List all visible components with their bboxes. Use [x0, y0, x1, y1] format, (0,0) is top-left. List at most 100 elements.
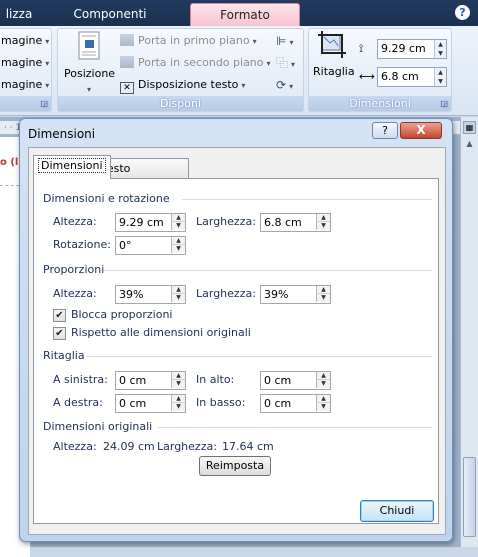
dialog-close-button[interactable]: X — [400, 122, 442, 139]
lock-aspect-checkbox[interactable]: ✔ — [53, 309, 66, 322]
chevron-down-icon: ▾ — [266, 59, 271, 68]
dialog-title: Dimensioni — [28, 127, 96, 141]
section-proportions: Proporzioni — [43, 263, 105, 276]
crop-bottom-input[interactable]: 0 cm ▲ ▼ — [260, 394, 331, 413]
ribbon-item-label: magine — [1, 56, 43, 69]
width-value: 6.8 cm — [264, 216, 302, 229]
tab-visualizza[interactable]: lizza — [0, 3, 38, 26]
ribbon-width-value: 6.8 cm — [381, 70, 419, 83]
section-size-rotation: Dimensioni e rotazione — [43, 192, 170, 205]
spin-up-icon[interactable]: ▲ — [316, 395, 330, 403]
align-icon[interactable]: ⊫ ▾ — [276, 33, 293, 51]
spin-up-icon[interactable]: ▲ — [171, 372, 185, 380]
dialog-launcher-icon[interactable]: ◲ — [40, 96, 48, 111]
close-button[interactable]: Chiudi — [360, 500, 434, 522]
help-icon[interactable]: ? — [455, 5, 470, 20]
tab-testo-alternativo[interactable]: Testo alternativo — [97, 158, 189, 195]
reset-button[interactable]: Reimposta — [199, 456, 271, 476]
scroll-thumb[interactable] — [463, 457, 476, 537]
position-label: Posizione — [64, 67, 116, 80]
ruler-toggle-icon[interactable]: ▦ — [463, 121, 476, 134]
crop-left-input[interactable]: 0 cm ▲ ▼ — [115, 371, 186, 390]
text-wrap-button[interactable]: ✕ Disposizione testo ▾ — [120, 77, 245, 94]
text-wrap-icon: ✕ — [120, 82, 134, 94]
crop-top-input[interactable]: 0 cm ▲ ▼ — [260, 371, 331, 390]
crop-bottom-label: In basso: — [196, 396, 246, 409]
crop-bottom-value: 0 cm — [264, 397, 292, 410]
section-divider — [182, 199, 432, 200]
height-icon: ⟟ — [359, 42, 364, 55]
position-icon — [78, 31, 100, 60]
crop-top-value: 0 cm — [264, 374, 292, 387]
rotate-icon[interactable]: ⟳ ▾ — [276, 77, 293, 95]
send-backward-button[interactable]: Porta in secondo piano ▾ — [120, 55, 271, 72]
spin-down-icon[interactable]: ▼ — [316, 222, 330, 230]
ribbon-item-immagine-3[interactable]: magine ▾ — [1, 77, 49, 94]
bring-forward-button[interactable]: Porta in primo piano ▾ — [120, 33, 257, 50]
spin-up-icon[interactable]: ▲ — [171, 237, 185, 245]
position-button[interactable]: Posizione ▾ — [64, 31, 116, 94]
dialog-launcher-icon[interactable]: ◲ — [440, 96, 448, 111]
section-divider — [104, 270, 432, 271]
spin-up-icon[interactable]: ▲ — [171, 214, 185, 222]
width-label: Larghezza: — [196, 215, 256, 228]
chevron-down-icon: ▾ — [241, 81, 246, 90]
height-label: Altezza: — [53, 215, 97, 228]
spin-down-icon[interactable]: ▼ — [171, 222, 185, 230]
chevron-down-icon: ▾ — [45, 59, 50, 68]
spin-up-icon[interactable]: ▲ — [171, 395, 185, 403]
original-width-value: 17.64 cm — [222, 440, 274, 453]
ribbon-item-immagine-2[interactable]: magine ▾ — [1, 55, 49, 72]
width-icon: ⟷ — [359, 70, 375, 83]
ribbon-item-immagine-1[interactable]: magine ▾ — [1, 33, 49, 50]
spin-down-icon[interactable]: ▼ — [316, 380, 330, 388]
dialog-body: Dimensioni Testo alternativo Dimensioni … — [28, 147, 446, 535]
spin-down-icon[interactable]: ▼ — [171, 294, 185, 302]
original-height-value: 24.09 cm — [103, 440, 155, 453]
scale-height-input[interactable]: 39% ▲ ▼ — [115, 285, 186, 304]
ribbon-height-input[interactable]: 9.29 cm ▲ ▼ — [377, 39, 447, 59]
width-input[interactable]: 6.8 cm ▲ ▼ — [260, 213, 331, 232]
spin-arrows-icon[interactable]: ▲ ▼ — [434, 40, 446, 58]
crop-button[interactable]: Ritaglia — [313, 31, 355, 93]
group-disponi: Posizione ▾ Porta in primo piano ▾ Porta … — [57, 28, 304, 112]
spin-down-icon[interactable]: ▼ — [171, 403, 185, 411]
spin-up-icon[interactable]: ▲ — [316, 286, 330, 294]
group-objects-icon[interactable]: ⿻ ▾ — [276, 55, 295, 73]
vertical-scrollbar[interactable]: ▦ ▲ — [460, 117, 478, 547]
bring-forward-icon — [120, 34, 134, 46]
dialog-help-button[interactable]: ? — [372, 122, 398, 139]
group-dimensioni: Ritaglia ⟟ 9.29 cm ▲ ▼ ⟷ 6.8 cm ▲ ▼ Dimensio… — [308, 28, 452, 112]
scale-height-value: 39% — [119, 288, 144, 301]
tab-dimensioni-label: Dimensioni — [38, 158, 106, 173]
spin-down-icon[interactable]: ▼ — [171, 245, 185, 253]
scroll-up-icon[interactable]: ▲ — [463, 139, 476, 151]
spin-arrows-icon[interactable]: ▲ ▼ — [434, 68, 446, 86]
crop-top-label: In alto: — [196, 373, 235, 386]
crop-left-label: A sinistra: — [53, 373, 108, 386]
lock-aspect-label: Blocca proporzioni — [71, 308, 173, 321]
crop-right-input[interactable]: 0 cm ▲ ▼ — [115, 394, 186, 413]
tab-componenti-aggiuntivi[interactable]: Componenti aggiuntivi — [44, 3, 176, 43]
spin-down-icon[interactable]: ▼ — [171, 380, 185, 388]
group-label-text: Dimensioni — [349, 97, 411, 110]
spin-up-icon[interactable]: ▲ — [316, 372, 330, 380]
tab-dimensioni[interactable]: Dimensioni — [33, 155, 111, 179]
scale-width-label: Larghezza: — [196, 287, 256, 300]
height-value: 9.29 cm — [119, 216, 164, 229]
spin-down-icon[interactable]: ▼ — [316, 294, 330, 302]
rotation-label: Rotazione: — [53, 238, 111, 251]
crop-left-value: 0 cm — [119, 374, 147, 387]
relative-original-label: Rispetto alle dimensioni originali — [71, 326, 251, 339]
height-input[interactable]: 9.29 cm ▲ ▼ — [115, 213, 186, 232]
ribbon-tab-bar: lizza Componenti aggiuntivi Formato ? — [0, 0, 478, 43]
spin-up-icon[interactable]: ▲ — [316, 214, 330, 222]
rotation-input[interactable]: 0° ▲ ▼ — [115, 236, 186, 255]
spin-up-icon[interactable]: ▲ — [171, 286, 185, 294]
relative-original-checkbox[interactable]: ✔ — [53, 327, 66, 340]
chevron-down-icon: ▾ — [252, 37, 257, 46]
ribbon-width-input[interactable]: 6.8 cm ▲ ▼ — [377, 67, 447, 87]
tab-formato[interactable]: Formato — [190, 3, 300, 26]
scale-width-input[interactable]: 39% ▲ ▼ — [260, 285, 331, 304]
spin-down-icon[interactable]: ▼ — [316, 403, 330, 411]
